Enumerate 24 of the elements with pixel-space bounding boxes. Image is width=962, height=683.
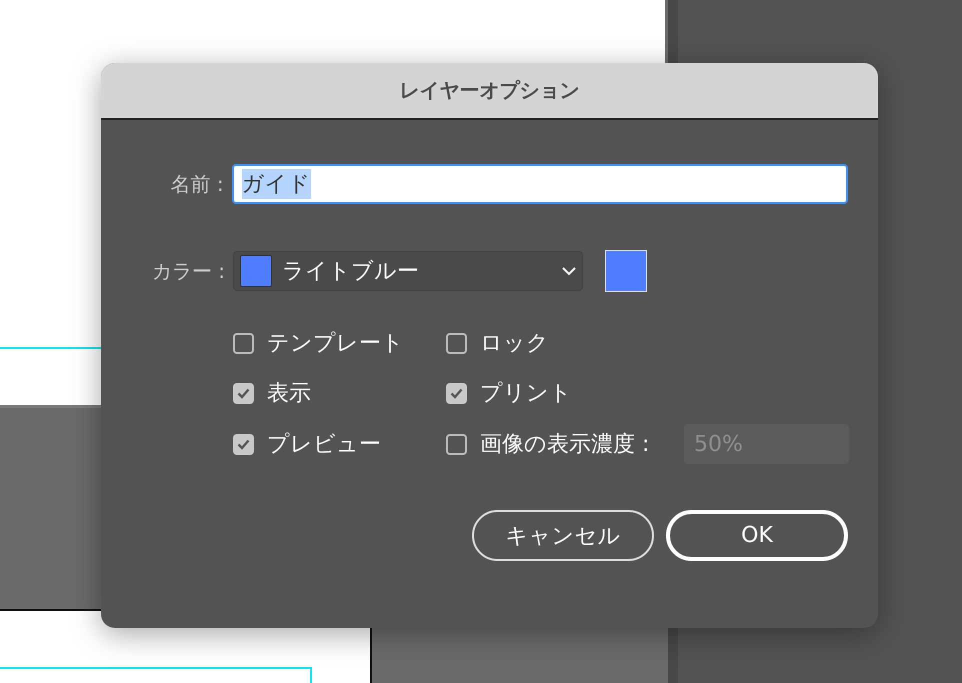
chevron-down-icon <box>562 266 576 276</box>
checkbox-label: テンプレート <box>267 330 404 358</box>
checkbox-label: ロック <box>480 330 549 358</box>
checkbox-label: 表示 <box>267 380 311 408</box>
color-swatch[interactable] <box>605 250 647 292</box>
field-label: 名前 : <box>170 170 224 198</box>
color-dropdown[interactable]: ライトブルー <box>233 251 583 291</box>
checkbox[interactable] <box>233 434 254 454</box>
name-field[interactable]: ガイド <box>232 164 848 204</box>
checkmark-icon <box>237 438 250 450</box>
checkbox[interactable] <box>446 382 467 404</box>
checkmark-icon <box>450 388 463 398</box>
checkbox[interactable] <box>233 382 254 404</box>
checkbox[interactable] <box>446 434 467 454</box>
checkbox-label: プレビュー <box>267 431 381 459</box>
checkbox[interactable] <box>233 332 254 354</box>
checkbox-label: プリント <box>480 380 572 408</box>
checkbox[interactable] <box>446 332 467 354</box>
ok-button[interactable]: OK <box>666 510 848 561</box>
checkbox-label: 画像の表示濃度 : <box>480 431 650 459</box>
dialog-title: レイヤーオプション <box>400 77 580 104</box>
field-label: カラー : <box>150 258 225 284</box>
cancel-button[interactable]: キャンセル <box>472 510 654 561</box>
checkmark-icon <box>237 388 250 398</box>
